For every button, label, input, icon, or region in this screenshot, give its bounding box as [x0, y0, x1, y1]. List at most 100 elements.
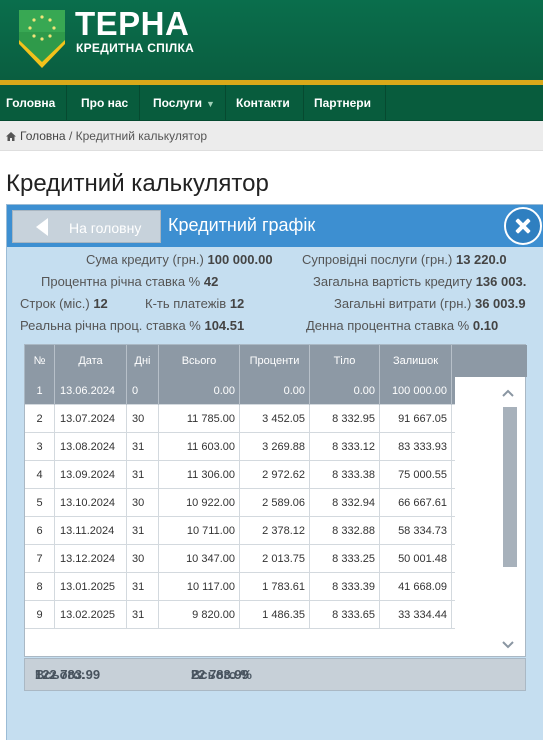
table-row[interactable]: 9 13.02.2025 31 9 820.00 1 486.35 8 333.65 33 … — [25, 601, 455, 629]
summary-term: Строк (міс.) 12 — [20, 296, 108, 311]
nav-label: Партнери — [314, 96, 371, 110]
table-row[interactable]: 6 13.11.2024 31 10 711.00 2 378.12 8 332.88 58… — [25, 517, 455, 545]
summary-label: Супровідні послуги (грн.) — [302, 252, 453, 267]
nav-item-services[interactable]: Послуги ▼ — [140, 85, 226, 121]
cell-days: 30 — [127, 545, 159, 573]
table-header: № Дата Дні Всього Проценти Тіло Залишок — [25, 345, 527, 377]
cell-principal: 8 333.38 — [310, 461, 380, 489]
cell-date: 13.08.2024 — [55, 433, 127, 461]
cell-number: 2 — [25, 405, 55, 433]
cell-date: 13.06.2024 — [55, 377, 127, 405]
cell-number: 5 — [25, 489, 55, 517]
totals-value: 22 783.99 — [191, 667, 249, 682]
cell-number: 9 — [25, 601, 55, 629]
table-row[interactable]: 1 13.06.2024 0 0.00 0.00 0.00 100 000.00 — [25, 377, 455, 405]
nav-item-partners[interactable]: Партнери — [304, 85, 386, 121]
chevron-down-icon: ▼ — [205, 99, 215, 109]
summary-label: Сума кредиту (грн.) — [86, 252, 204, 267]
cell-days: 31 — [127, 461, 159, 489]
logo-shield-icon[interactable] — [19, 10, 65, 68]
page: ТЕРНА КРЕДИТНА СПІЛКА Головна Про нас По… — [0, 0, 543, 740]
arrow-left-icon — [36, 218, 48, 236]
cell-principal: 8 332.95 — [310, 405, 380, 433]
cell-principal: 8 332.94 — [310, 489, 380, 517]
scrollbar-thumb[interactable] — [503, 407, 517, 567]
close-icon[interactable] — [506, 209, 540, 243]
credit-schedule-panel: На головну Кредитний графік .close-btn::… — [6, 204, 543, 740]
summary-loan-amount: Сума кредиту (грн.) 100 000.00 — [86, 252, 273, 267]
table-row[interactable]: 3 13.08.2024 31 11 603.00 3 269.88 8 333.12 83… — [25, 433, 455, 461]
summary-real-rate: Реальна річна проц. ставка % 104.51 — [20, 318, 244, 333]
table-row[interactable]: 7 13.12.2024 30 10 347.00 2 013.75 8 333.25 50… — [25, 545, 455, 573]
cell-number: 8 — [25, 573, 55, 601]
cell-balance: 50 001.48 — [380, 545, 452, 573]
table-row[interactable]: 8 13.01.2025 31 10 117.00 1 783.61 8 333.39 41… — [25, 573, 455, 601]
summary-value: 12 — [229, 296, 245, 311]
panel-titlebar: На головну Кредитний графік — [7, 205, 543, 247]
home-icon — [6, 132, 16, 141]
cell-total: 11 785.00 — [159, 405, 240, 433]
summary-label: Строк (міс.) — [20, 296, 90, 311]
nav-label: Головна — [6, 96, 56, 110]
nav-label: Послуги — [153, 96, 202, 110]
cell-total: 11 306.00 — [159, 461, 240, 489]
cell-total: 11 603.00 — [159, 433, 240, 461]
totals-value: 122 783.99 — [35, 667, 101, 682]
cell-balance: 100 000.00 — [380, 377, 452, 405]
cell-balance: 41 668.09 — [380, 573, 452, 601]
breadcrumb-current: Кредитний калькулятор — [75, 129, 208, 143]
cell-interest: 2 013.75 — [240, 545, 310, 573]
cell-interest: 1 486.35 — [240, 601, 310, 629]
cell-principal: 8 333.25 — [310, 545, 380, 573]
chevron-up-icon[interactable] — [502, 387, 514, 399]
nav-item-home[interactable]: Головна — [0, 85, 67, 121]
cell-date: 13.11.2024 — [55, 517, 127, 545]
cell-principal: 8 333.65 — [310, 601, 380, 629]
summary-value: 36 003.9 — [474, 296, 526, 311]
cell-interest: 1 783.61 — [240, 573, 310, 601]
cell-total: 10 922.00 — [159, 489, 240, 517]
cell-days: 30 — [127, 405, 159, 433]
cell-total: 9 820.00 — [159, 601, 240, 629]
cell-days: 30 — [127, 489, 159, 517]
back-home-button[interactable]: На головну — [12, 210, 161, 243]
cell-days: 31 — [127, 601, 159, 629]
summary-value: 42 — [203, 274, 219, 289]
table-row[interactable]: 5 13.10.2024 30 10 922.00 2 589.06 8 332.94 66… — [25, 489, 455, 517]
column-header: Дата — [55, 345, 127, 377]
nav-item-about[interactable]: Про нас — [67, 85, 140, 121]
brand-subtitle: КРЕДИТНА СПІЛКА — [76, 41, 195, 55]
summary-label: Загальні витрати (грн.) — [334, 296, 472, 311]
breadcrumb-home-link[interactable]: Головна — [20, 129, 66, 143]
summary-total-cost: Загальна вартість кредиту 136 003. — [313, 274, 526, 289]
chevron-down-icon[interactable] — [502, 639, 514, 651]
table-scrollbar[interactable] — [499, 381, 521, 651]
cell-interest: 2 589.06 — [240, 489, 310, 517]
table-row[interactable]: 4 13.09.2024 31 11 306.00 2 972.62 8 333.38 75… — [25, 461, 455, 489]
nav-item-contacts[interactable]: Контакти — [226, 85, 304, 121]
summary-label: К-ть платежів — [145, 296, 227, 311]
cell-total: 10 117.00 — [159, 573, 240, 601]
brand-name[interactable]: ТЕРНА — [75, 6, 189, 42]
summary-label: Процентна річна ставка % — [41, 274, 201, 289]
table-row[interactable]: 2 13.07.2024 30 11 785.00 3 452.05 8 332.95 91… — [25, 405, 455, 433]
cell-days: 0 — [127, 377, 159, 405]
cell-interest: 3 269.88 — [240, 433, 310, 461]
schedule-table[interactable]: № Дата Дні Всього Проценти Тіло Залишок … — [24, 344, 527, 657]
cell-interest: 2 972.62 — [240, 461, 310, 489]
summary-services: Супровідні послуги (грн.) 13 220.0 — [302, 252, 507, 267]
cell-date: 13.02.2025 — [55, 601, 127, 629]
cell-days: 31 — [127, 573, 159, 601]
cell-number: 1 — [25, 377, 55, 405]
cell-balance: 91 667.05 — [380, 405, 452, 433]
cell-number: 7 — [25, 545, 55, 573]
summary-value: 0.10 — [472, 318, 499, 333]
cell-number: 4 — [25, 461, 55, 489]
cell-date: 13.07.2024 — [55, 405, 127, 433]
page-title: Кредитний калькулятор — [6, 170, 269, 197]
cell-number: 3 — [25, 433, 55, 461]
cell-interest: 2 378.12 — [240, 517, 310, 545]
cell-balance: 66 667.61 — [380, 489, 452, 517]
cell-days: 31 — [127, 433, 159, 461]
column-header: Залишок — [380, 345, 452, 377]
